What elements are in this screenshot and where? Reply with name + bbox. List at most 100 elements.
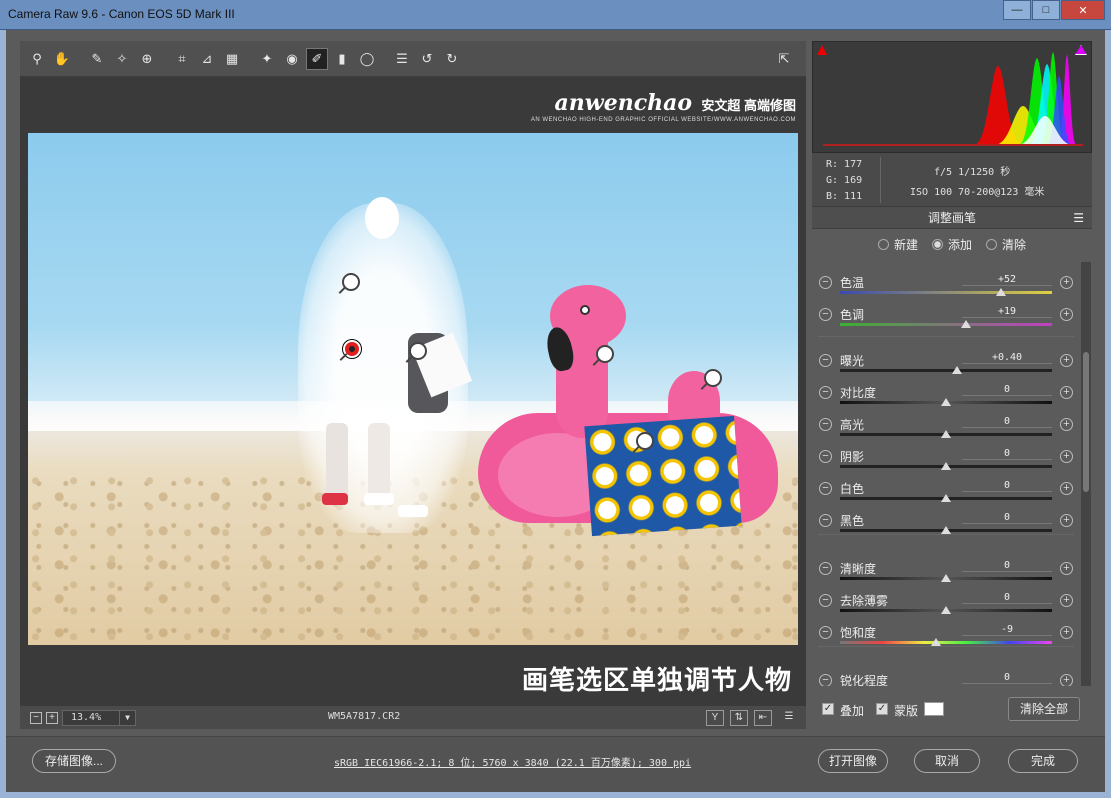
- save-image-button[interactable]: 存储图像...: [32, 749, 116, 773]
- photo-preview[interactable]: [28, 133, 798, 645]
- plus-icon[interactable]: +: [1060, 562, 1073, 575]
- clear-all-button[interactable]: 清除全部: [1008, 697, 1080, 721]
- slider-value-field[interactable]: -9: [962, 624, 1052, 636]
- minimize-button[interactable]: —: [1003, 0, 1031, 20]
- minus-icon[interactable]: −: [819, 482, 832, 495]
- plus-icon[interactable]: +: [1060, 418, 1073, 431]
- plus-icon[interactable]: +: [1060, 386, 1073, 399]
- radio-icon[interactable]: [931, 238, 943, 250]
- preview-settings-icon[interactable]: ☰: [780, 710, 798, 726]
- slider-thumb[interactable]: [941, 526, 951, 534]
- plus-icon[interactable]: +: [1060, 674, 1073, 686]
- slider-thumb[interactable]: [931, 638, 942, 646]
- minus-icon[interactable]: −: [819, 354, 832, 367]
- panel-scrollbar[interactable]: [1081, 262, 1091, 686]
- targeted-adjustment-tool-icon[interactable]: ⊕: [136, 48, 158, 70]
- minus-icon[interactable]: −: [819, 594, 832, 607]
- plus-icon[interactable]: +: [1060, 354, 1073, 367]
- zoom-in-button[interactable]: +: [46, 712, 58, 724]
- mask-checkbox[interactable]: ✓: [876, 703, 888, 715]
- zoom-out-button[interactable]: −: [30, 712, 42, 724]
- slider-value-field[interactable]: 0: [962, 416, 1052, 428]
- brush-pin[interactable]: [409, 342, 427, 360]
- close-button[interactable]: ✕: [1061, 0, 1105, 20]
- done-button[interactable]: 完成: [1008, 749, 1078, 773]
- hand-tool-icon[interactable]: ✋: [51, 48, 73, 70]
- mode-radio-1[interactable]: 添加: [931, 236, 972, 253]
- slider-thumb[interactable]: [961, 320, 972, 328]
- mask-color-swatch[interactable]: [924, 702, 944, 716]
- slider-value-field[interactable]: 0: [962, 592, 1052, 604]
- slider-thumb[interactable]: [941, 430, 951, 438]
- brush-pin[interactable]: [704, 369, 722, 387]
- image-preview-area[interactable]: anwenchao 安文超 高端修图 AN WENCHAO HIGH-END G…: [20, 77, 806, 705]
- minus-icon[interactable]: −: [819, 562, 832, 575]
- slider-thumb[interactable]: [996, 288, 1007, 296]
- zoom-level-select[interactable]: 13.4% ▼: [62, 710, 136, 726]
- red-eye-tool-icon[interactable]: ◉: [281, 48, 303, 70]
- slider-value-field[interactable]: +19: [962, 306, 1052, 318]
- slider-value-field[interactable]: 0: [962, 384, 1052, 396]
- brush-pin[interactable]: [596, 345, 614, 363]
- minus-icon[interactable]: −: [819, 450, 832, 463]
- cancel-button[interactable]: 取消: [914, 749, 980, 773]
- transform-tool-icon[interactable]: ▦: [221, 48, 243, 70]
- zoom-tool-icon[interactable]: ⚲: [26, 48, 48, 70]
- rotate-right-icon[interactable]: ↻: [441, 48, 463, 70]
- brush-pin[interactable]: [636, 432, 654, 450]
- rotate-left-icon[interactable]: ↺: [416, 48, 438, 70]
- before-after-toggle-icon[interactable]: Y: [706, 710, 724, 726]
- minus-icon[interactable]: −: [819, 418, 832, 431]
- slider-track[interactable]: [840, 641, 1052, 644]
- slider-thumb[interactable]: [951, 366, 962, 374]
- slider-track[interactable]: [840, 369, 1052, 372]
- crop-tool-icon[interactable]: ⌗: [171, 48, 193, 70]
- brush-pin-active[interactable]: [343, 340, 361, 358]
- plus-icon[interactable]: +: [1060, 482, 1073, 495]
- mode-radio-2[interactable]: 清除: [986, 236, 1026, 253]
- swap-settings-icon[interactable]: ⇅: [730, 710, 748, 726]
- slider-thumb[interactable]: [941, 574, 951, 582]
- open-image-button[interactable]: 打开图像: [818, 749, 888, 773]
- slider-value-field[interactable]: 0: [962, 560, 1052, 572]
- plus-icon[interactable]: +: [1060, 450, 1073, 463]
- slider-value-field[interactable]: 0: [962, 480, 1052, 492]
- minus-icon[interactable]: −: [819, 674, 832, 686]
- plus-icon[interactable]: +: [1060, 308, 1073, 321]
- fullscreen-icon[interactable]: ⇱: [773, 48, 795, 70]
- plus-icon[interactable]: +: [1060, 594, 1073, 607]
- slider-thumb[interactable]: [941, 398, 951, 406]
- scrollbar-thumb[interactable]: [1083, 352, 1089, 492]
- straighten-tool-icon[interactable]: ⊿: [196, 48, 218, 70]
- slider-value-field[interactable]: 0: [962, 512, 1052, 524]
- overlay-checkbox[interactable]: ✓: [822, 703, 834, 715]
- panel-menu-icon[interactable]: ☰: [1073, 207, 1084, 229]
- white-balance-tool-icon[interactable]: ✎: [86, 48, 108, 70]
- slider-thumb[interactable]: [941, 462, 951, 470]
- slider-track[interactable]: [840, 291, 1052, 294]
- slider-thumb[interactable]: [941, 606, 951, 614]
- spot-removal-tool-icon[interactable]: ✦: [256, 48, 278, 70]
- maximize-button[interactable]: □: [1032, 0, 1060, 20]
- workflow-options-link[interactable]: sRGB IEC61966-2.1; 8 位; 5760 x 3840 (22.…: [334, 754, 691, 769]
- minus-icon[interactable]: −: [819, 626, 832, 639]
- slider-track[interactable]: [840, 323, 1052, 326]
- mode-radio-0[interactable]: 新建: [877, 236, 918, 253]
- minus-icon[interactable]: −: [819, 386, 832, 399]
- copy-settings-icon[interactable]: ⇤: [754, 710, 772, 726]
- brush-pin[interactable]: [342, 273, 360, 291]
- radial-filter-tool-icon[interactable]: ◯: [356, 48, 378, 70]
- slider-value-field[interactable]: +52: [962, 274, 1052, 286]
- radio-icon[interactable]: [877, 238, 889, 250]
- preferences-icon[interactable]: ☰: [391, 48, 413, 70]
- plus-icon[interactable]: +: [1060, 276, 1073, 289]
- minus-icon[interactable]: −: [819, 276, 832, 289]
- graduated-filter-tool-icon[interactable]: ▮: [331, 48, 353, 70]
- color-sampler-tool-icon[interactable]: ✧: [111, 48, 133, 70]
- plus-icon[interactable]: +: [1060, 514, 1073, 527]
- minus-icon[interactable]: −: [819, 308, 832, 321]
- radio-icon[interactable]: [986, 238, 997, 250]
- slider-value-field[interactable]: 0: [962, 448, 1052, 460]
- slider-thumb[interactable]: [941, 494, 951, 502]
- slider-value-field[interactable]: 0: [962, 672, 1052, 684]
